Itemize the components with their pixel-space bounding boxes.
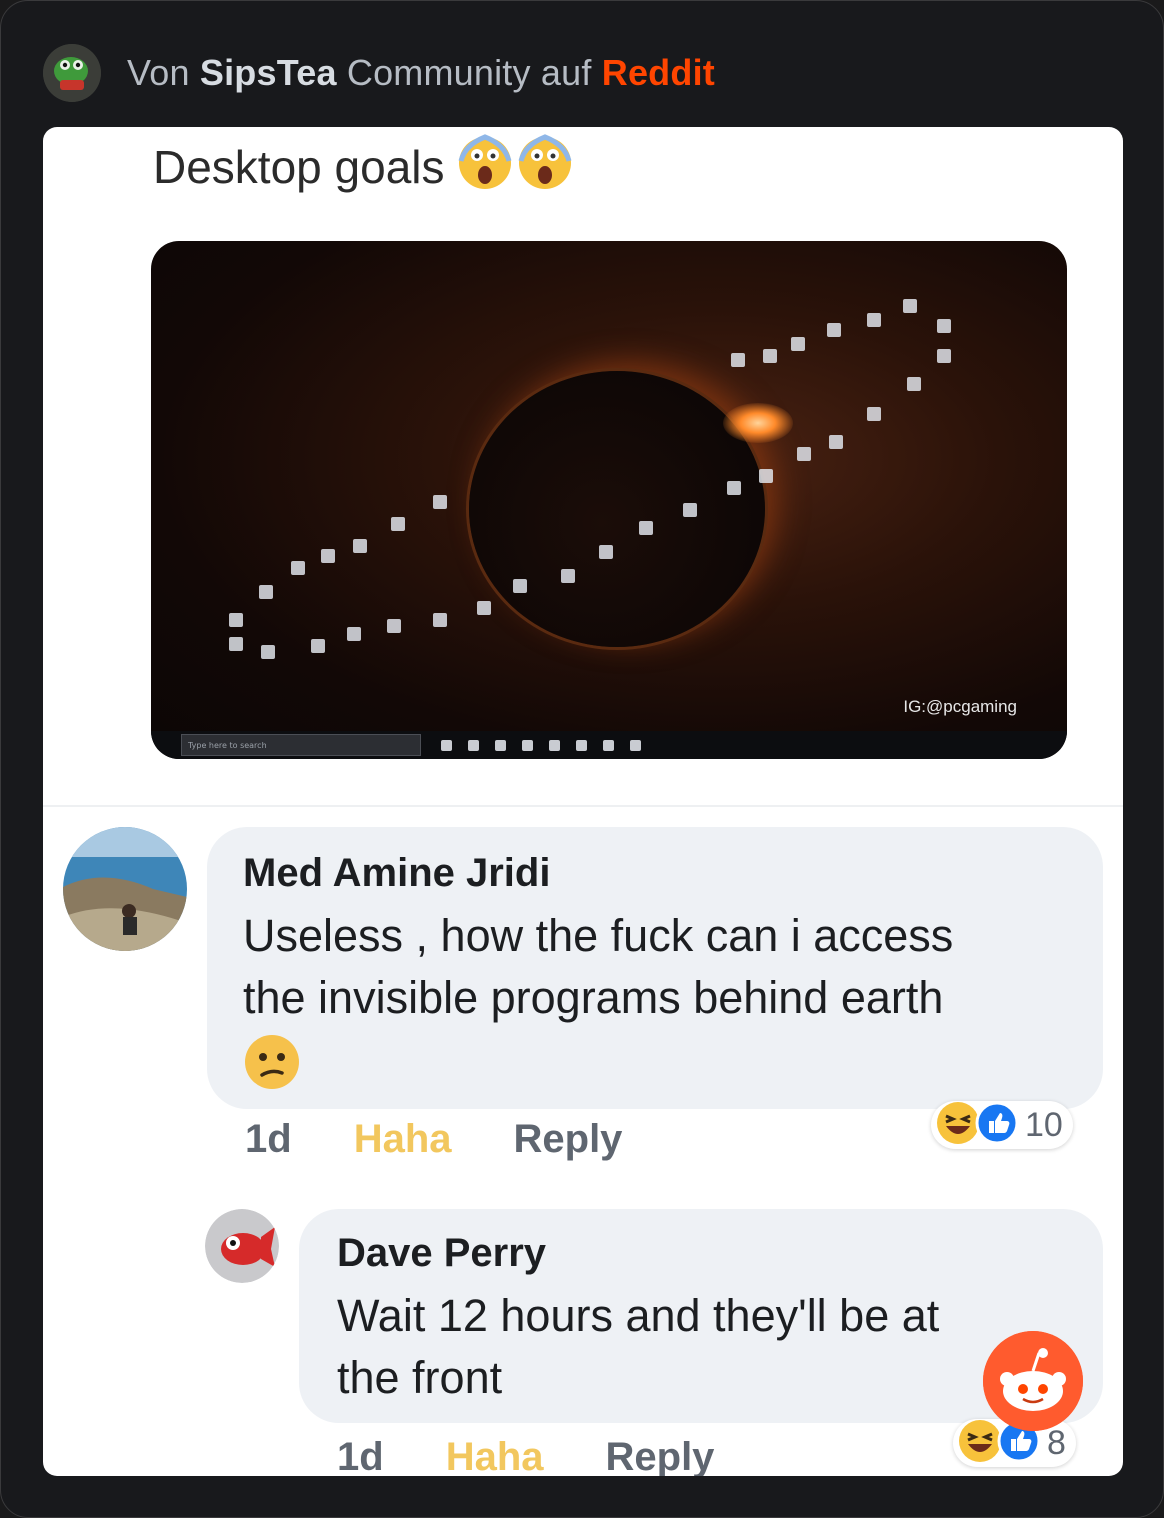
- comment-time: 1d: [337, 1435, 384, 1476]
- comment-text-line: Wait 12 hours and they'll be at: [337, 1290, 940, 1341]
- desktop-icon: [229, 613, 243, 627]
- scream-emoji-icon: [457, 131, 575, 202]
- desktop-icon: [829, 435, 843, 449]
- desktop-icon: [391, 517, 405, 531]
- like-reaction-icon: [975, 1101, 1019, 1149]
- header-prefix: Von: [127, 52, 190, 93]
- commenter-avatar[interactable]: [205, 1209, 279, 1283]
- comment-text-line: the invisible programs behind earth: [243, 972, 944, 1023]
- reply-button[interactable]: Reply: [606, 1435, 715, 1476]
- desktop-icon: [827, 323, 841, 337]
- header-middle: Community auf: [346, 52, 592, 93]
- post-title-text: Desktop goals: [153, 140, 445, 193]
- share-header: Von SipsTea Community auf Reddit: [43, 43, 715, 103]
- desktop-icon: [433, 613, 447, 627]
- desktop-icon: [907, 377, 921, 391]
- comment-author[interactable]: Med Amine Jridi: [243, 851, 550, 896]
- taskbar-app-icon: [549, 739, 560, 751]
- desktop-icon: [937, 349, 951, 363]
- haha-button[interactable]: Haha: [354, 1117, 452, 1162]
- haha-button[interactable]: Haha: [446, 1435, 544, 1476]
- desktop-icon: [433, 495, 447, 509]
- desktop-screenshot: IG:@pcgaming Type here to search: [151, 241, 1067, 759]
- desktop-icon: [867, 313, 881, 327]
- desktop-icon: [791, 337, 805, 351]
- post-image-card[interactable]: Desktop goals IG:@pcgaming Type here to …: [43, 127, 1123, 1476]
- subreddit-avatar-icon[interactable]: [43, 44, 101, 102]
- desktop-icon: [387, 619, 401, 633]
- desktop-icon: [259, 585, 273, 599]
- taskbar-app-icon: [441, 739, 452, 751]
- desktop-icon: [937, 319, 951, 333]
- reply-button[interactable]: Reply: [514, 1117, 623, 1162]
- desktop-icon: [797, 447, 811, 461]
- desktop-icon: [261, 645, 275, 659]
- taskbar-app-icon: [576, 739, 587, 751]
- section-divider: [43, 805, 1123, 807]
- windows-taskbar: Type here to search: [151, 731, 1067, 759]
- desktop-icon: [639, 521, 653, 535]
- taskbar-icons: [441, 739, 641, 751]
- desktop-icon: [683, 503, 697, 517]
- watermark: IG:@pcgaming: [903, 697, 1017, 716]
- comment-time: 1d: [245, 1117, 292, 1161]
- comment-actions: 1d Haha Reply: [337, 1435, 714, 1476]
- desktop-icon: [867, 407, 881, 421]
- sun-flare: [723, 403, 793, 443]
- desktop-icon: [229, 637, 243, 651]
- desktop-icon: [561, 569, 575, 583]
- comment-actions: 1d Haha Reply: [245, 1117, 622, 1162]
- reddit-snoo-icon: [983, 1331, 1083, 1431]
- taskbar-search: Type here to search: [181, 734, 421, 756]
- desktop-icon: [311, 639, 325, 653]
- comment-author[interactable]: Dave Perry: [337, 1231, 546, 1276]
- desktop-icon: [731, 353, 745, 367]
- desktop-icon: [347, 627, 361, 641]
- desktop-icon: [727, 481, 741, 495]
- reaction-count: 10: [1025, 1105, 1063, 1144]
- taskbar-search-placeholder: Type here to search: [188, 740, 267, 750]
- desktop-icon: [353, 539, 367, 553]
- desktop-icon: [763, 349, 777, 363]
- taskbar-app-icon: [468, 739, 479, 751]
- confused-emoji-icon: [243, 1033, 301, 1095]
- planet-wallpaper: [469, 371, 765, 647]
- subreddit-name[interactable]: SipsTea: [200, 52, 337, 93]
- desktop-icon: [759, 469, 773, 483]
- share-attribution: Von SipsTea Community auf Reddit: [127, 52, 715, 94]
- desktop-icon: [291, 561, 305, 575]
- taskbar-app-icon: [603, 739, 614, 751]
- desktop-icon: [513, 579, 527, 593]
- taskbar-app-icon: [522, 739, 533, 751]
- taskbar-app-icon: [630, 739, 641, 751]
- share-frame: Von SipsTea Community auf Reddit Desktop…: [0, 0, 1164, 1518]
- platform-name[interactable]: Reddit: [602, 52, 715, 93]
- commenter-avatar[interactable]: [63, 827, 187, 951]
- desktop-icon: [477, 601, 491, 615]
- post-title: Desktop goals: [153, 131, 575, 202]
- desktop-icon: [903, 299, 917, 313]
- taskbar-app-icon: [495, 739, 506, 751]
- comment-text-line: the front: [337, 1352, 503, 1403]
- comment-text-line: Useless , how the fuck can i access: [243, 910, 954, 961]
- reaction-summary[interactable]: 10: [931, 1101, 1073, 1149]
- desktop-icon: [321, 549, 335, 563]
- desktop-icon: [599, 545, 613, 559]
